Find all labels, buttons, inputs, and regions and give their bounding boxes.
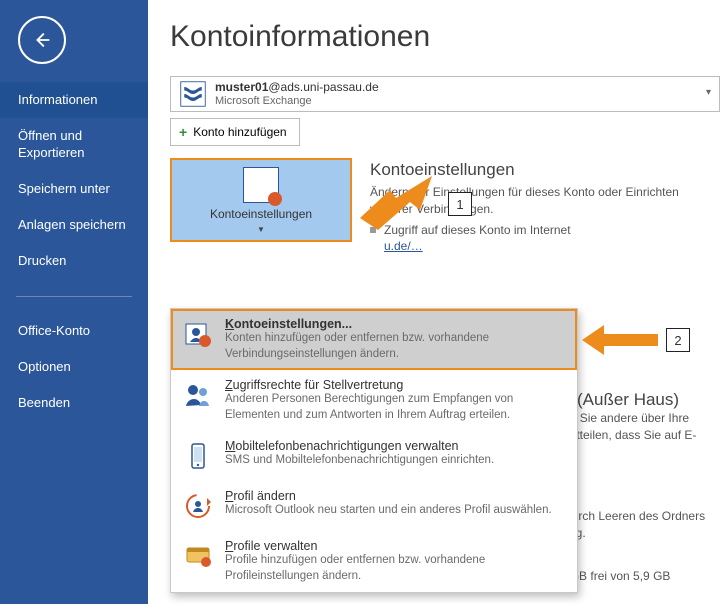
account-settings-item-icon (181, 317, 215, 351)
annotation-arrow-1 (360, 176, 438, 230)
owa-link[interactable]: u.de/… (384, 239, 423, 253)
account-settings-button[interactable]: Kontoeinstellungen ▼ (170, 158, 352, 242)
nav-separator (16, 296, 132, 297)
page-title: Kontoinformationen (170, 20, 723, 54)
annotation-arrow-2 (582, 325, 658, 355)
dd-manage-profiles[interactable]: Profile verwalten Profile hinzufügen ode… (171, 531, 577, 592)
nav-options[interactable]: Optionen (0, 349, 148, 385)
dd-change-profile[interactable]: Profil ändern Microsoft Outlook neu star… (171, 481, 577, 531)
account-selector[interactable]: muster01@ads.uni-passau.de Microsoft Exc… (170, 76, 720, 112)
annotation-number-1: 1 (448, 192, 472, 216)
nav-office-account[interactable]: Office-Konto (0, 313, 148, 349)
nav-print[interactable]: Drucken (0, 243, 148, 279)
plus-icon: + (179, 124, 187, 140)
nav-save-attachments[interactable]: Anlagen speichern (0, 207, 148, 243)
nav-save-as[interactable]: Speichern unter (0, 171, 148, 207)
account-settings-icon (243, 167, 279, 203)
manage-profiles-icon (181, 539, 215, 573)
account-settings-dropdown: Kontoeinstellungen... Konten hinzufügen … (170, 308, 578, 593)
dropdown-arrow-icon: ▼ (257, 225, 265, 234)
exchange-icon (179, 80, 207, 108)
delegate-icon (181, 378, 215, 412)
backstage-sidebar: Informationen Öffnen und Exportieren Spe… (0, 0, 148, 604)
dd-mobile-notifications[interactable]: Mobiltelefonbenachrichtigungen verwalten… (171, 431, 577, 481)
mobile-icon (181, 439, 215, 473)
change-profile-icon (181, 489, 215, 523)
back-arrow-icon (31, 29, 53, 51)
dd-account-settings[interactable]: Kontoeinstellungen... Konten hinzufügen … (171, 309, 577, 370)
nav-information[interactable]: Informationen (0, 82, 148, 118)
add-account-button[interactable]: + Konto hinzufügen (170, 118, 300, 146)
annotation-number-2: 2 (666, 328, 690, 352)
account-text: muster01@ads.uni-passau.de Microsoft Exc… (215, 80, 379, 108)
nav-list: Informationen Öffnen und Exportieren Spe… (0, 82, 148, 421)
nav-quit[interactable]: Beenden (0, 385, 148, 421)
nav-open-export[interactable]: Öffnen und Exportieren (0, 118, 148, 171)
chevron-down-icon: ▾ (706, 87, 711, 98)
dd-delegate-access[interactable]: Zugriffsrechte für Stellvertretung Ander… (171, 370, 577, 431)
back-button[interactable] (18, 16, 66, 64)
